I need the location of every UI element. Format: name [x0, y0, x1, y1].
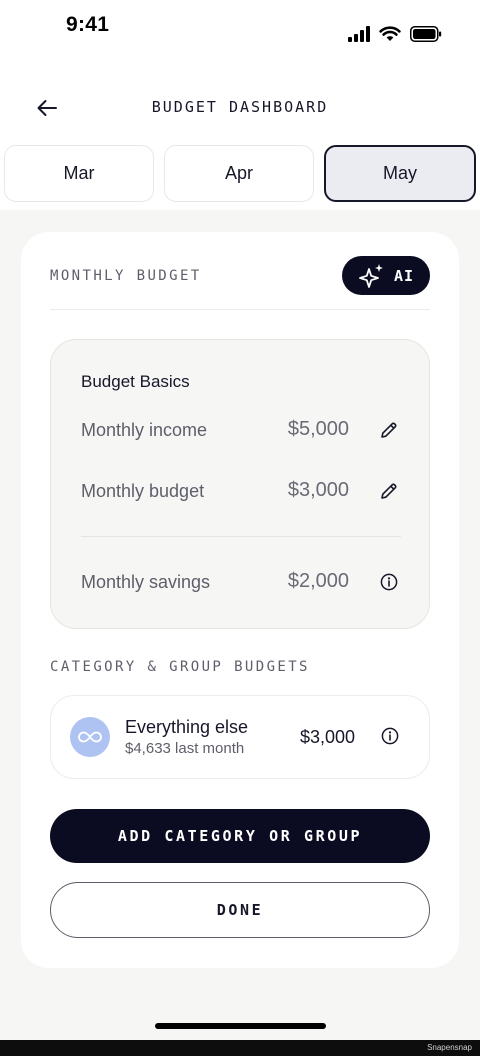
tab-mar[interactable]: Mar — [4, 145, 154, 202]
home-indicator — [155, 1023, 326, 1029]
monthly-savings-label: Monthly savings — [81, 572, 211, 592]
watermark: Snapensnap — [427, 1043, 472, 1052]
divider — [50, 309, 430, 310]
edit-income-button[interactable] — [377, 418, 401, 442]
infinity-icon — [78, 731, 102, 743]
tab-apr[interactable]: Apr — [164, 145, 314, 202]
budget-basics-title: Budget Basics — [81, 372, 190, 391]
item-value: $3,000 — [299, 727, 355, 747]
status-icons — [348, 24, 442, 44]
ai-button[interactable]: AI — [342, 256, 430, 295]
info-icon — [380, 573, 398, 591]
budget-basics-panel: Budget Basics Monthly income $5,000 Mont… — [50, 339, 430, 629]
item-name: Everything else — [125, 717, 249, 737]
add-category-button[interactable]: ADD CATEGORY OR GROUP — [50, 809, 430, 863]
avatar — [70, 717, 110, 757]
cellular-signal-icon — [348, 26, 370, 42]
item-subtitle: $4,633 last month — [125, 740, 245, 757]
monthly-budget-label: Monthly budget — [81, 481, 205, 501]
sparkle-icon — [359, 263, 383, 288]
bottom-bar — [0, 1040, 480, 1056]
monthly-budget-row: Monthly budget $3,000 — [81, 476, 401, 506]
monthly-savings-value: $2,000 — [287, 570, 349, 592]
wifi-icon — [379, 26, 401, 41]
monthly-income-label: Monthly income — [81, 420, 208, 440]
category-budgets-heading: CATEGORY & GROUP BUDGETS — [50, 659, 310, 675]
basics-divider — [81, 536, 401, 537]
header: BUDGET DASHBOARD — [0, 78, 480, 138]
status-time: 9:41 — [66, 13, 110, 36]
pencil-icon — [381, 422, 397, 438]
monthly-savings-row: Monthly savings $2,000 — [81, 567, 401, 597]
edit-budget-button[interactable] — [377, 479, 401, 503]
month-tabs: Mar Apr May — [4, 145, 476, 202]
monthly-budget-card: MONTHLY BUDGET AI Budget Basics Monthly … — [21, 232, 459, 968]
ai-button-label: AI — [393, 266, 415, 285]
item-info-button[interactable] — [379, 725, 401, 747]
monthly-budget-heading: MONTHLY BUDGET — [50, 268, 202, 284]
info-icon — [381, 727, 399, 745]
monthly-income-value: $5,000 — [287, 418, 349, 440]
savings-info-button[interactable] — [377, 570, 401, 594]
monthly-budget-value: $3,000 — [287, 479, 349, 501]
status-bar: 9:41 — [0, 0, 480, 56]
tab-may[interactable]: May — [324, 145, 476, 202]
everything-else-item[interactable]: Everything else $4,633 last month $3,000 — [50, 695, 430, 779]
battery-icon — [410, 26, 442, 42]
pencil-icon — [381, 483, 397, 499]
monthly-income-row: Monthly income $5,000 — [81, 415, 401, 445]
page-title: BUDGET DASHBOARD — [151, 98, 329, 116]
done-button[interactable]: DONE — [50, 882, 430, 938]
